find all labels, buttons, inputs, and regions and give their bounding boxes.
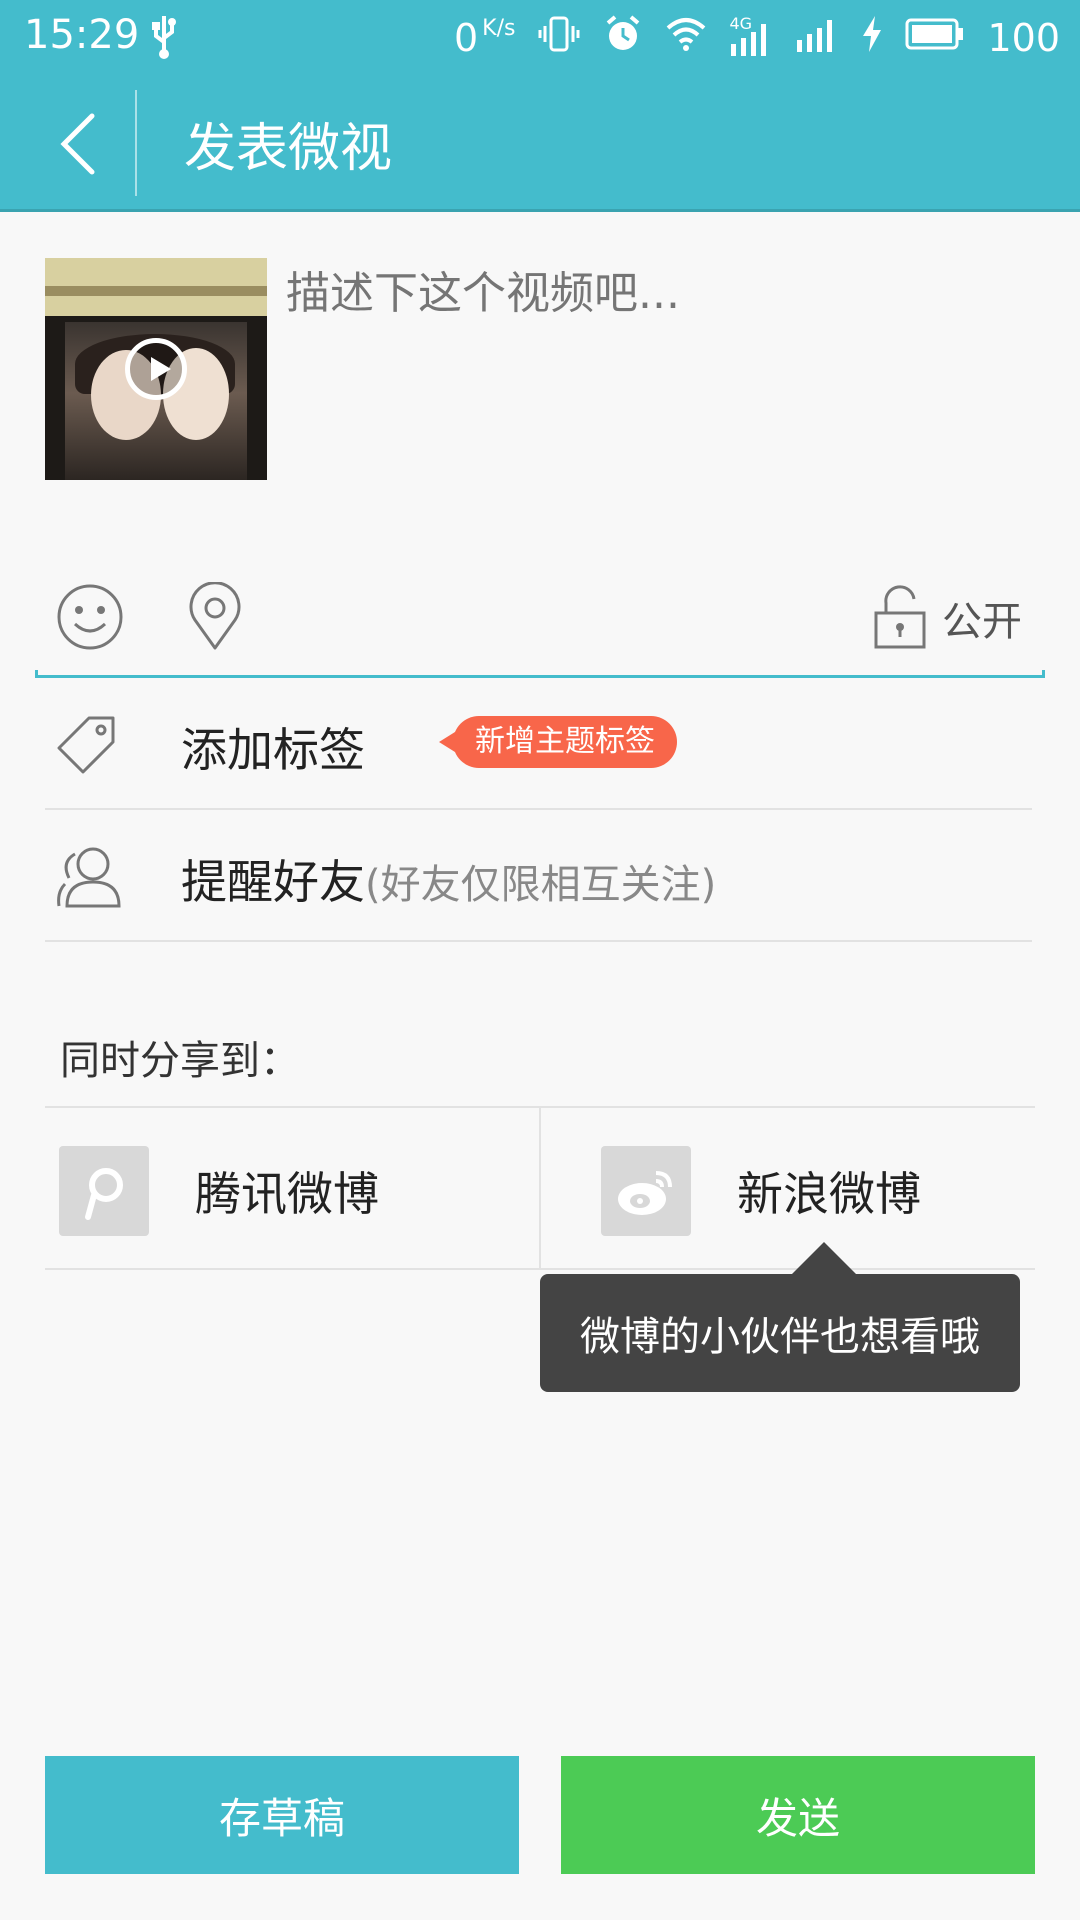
speed-value: 0 [453, 16, 479, 60]
location-pin-icon [189, 581, 241, 650]
usb-icon [148, 14, 180, 64]
back-button[interactable] [40, 104, 120, 184]
charging-icon [861, 14, 883, 63]
status-indicators: 0 K/s 4G 100 [454, 10, 1060, 66]
vibrate-icon [537, 14, 581, 63]
battery-level: 100 [987, 16, 1060, 60]
speed-unit: K/s [482, 16, 516, 41]
signal-4g-icon: 4G [729, 14, 773, 58]
wifi-icon [665, 16, 707, 61]
status-time: 15:29 [24, 12, 140, 58]
privacy-toggle[interactable]: 公开 [872, 582, 1022, 654]
title-bar: 发表微视 [0, 76, 1080, 212]
title-divider [135, 90, 137, 196]
tag-icon [55, 712, 119, 780]
send-button[interactable]: 发送 [561, 1756, 1035, 1874]
page-title: 发表微视 [184, 119, 393, 179]
tencent-weibo-label: 腾讯微博 [195, 1167, 379, 1221]
smiley-icon [57, 584, 123, 650]
new-topic-badge: 新增主题标签 [439, 716, 677, 768]
sina-weibo-icon [601, 1146, 691, 1236]
share-tooltip: 微博的小伙伴也想看哦 [540, 1242, 1020, 1392]
privacy-label: 公开 [942, 599, 1022, 645]
share-sina-weibo[interactable]: 新浪微博 [601, 1146, 921, 1236]
mention-hint: (好友仅限相互关注) [365, 862, 717, 908]
battery-icon [905, 16, 965, 60]
mention-label: 提醒好友(好友仅限相互关注) [181, 846, 716, 912]
share-tencent-weibo[interactable]: 腾讯微博 [59, 1146, 379, 1236]
tencent-weibo-icon [59, 1146, 149, 1236]
add-tag-row[interactable]: 添加标签 新增主题标签 [45, 678, 1032, 810]
location-button[interactable] [185, 581, 245, 656]
description-input[interactable] [286, 268, 1046, 319]
unlock-icon [874, 585, 926, 649]
friends-icon [55, 844, 125, 912]
chevron-left-icon [60, 113, 95, 175]
thumbnail-address-bar [45, 286, 267, 296]
alarm-icon [603, 14, 643, 63]
status-bar: 15:29 0 K/s 4G 100 [0, 0, 1080, 76]
video-thumbnail[interactable] [45, 258, 267, 480]
input-underline [35, 670, 1045, 678]
share-options: 腾讯微博 新浪微博 [45, 1106, 1035, 1270]
save-draft-button[interactable]: 存草稿 [45, 1756, 519, 1874]
sina-weibo-label: 新浪微博 [737, 1167, 921, 1221]
network-speed: 0 K/s [454, 16, 516, 60]
signal-icon [795, 14, 839, 63]
share-title: 同时分享到： [60, 1038, 300, 1084]
mention-friends-row[interactable]: 提醒好友(好友仅限相互关注) [45, 810, 1032, 942]
emoji-button[interactable] [55, 582, 125, 656]
play-icon[interactable] [125, 338, 187, 400]
share-divider [539, 1108, 541, 1270]
mention-label-text: 提醒好友 [181, 855, 365, 909]
add-tag-label: 添加标签 [181, 723, 365, 777]
